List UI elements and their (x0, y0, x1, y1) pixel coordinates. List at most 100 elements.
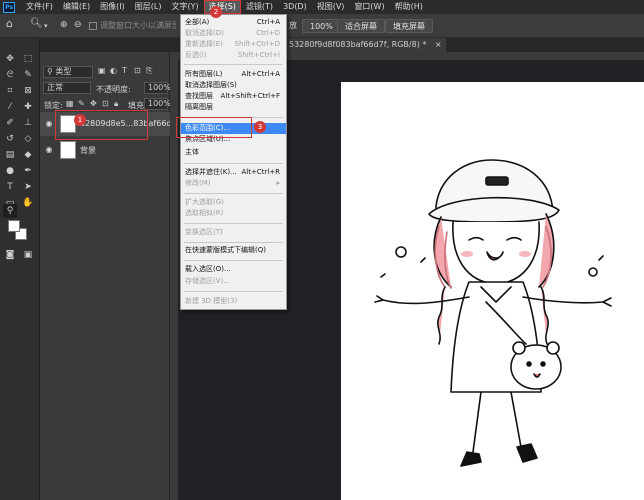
home-icon[interactable]: ⌂ (6, 17, 13, 31)
gradient-icon[interactable]: ▤ (3, 148, 17, 162)
filter-shape-icon[interactable]: ⊡ (134, 66, 141, 75)
menu-view[interactable]: 视图(V) (312, 0, 350, 14)
lock-transparent-icon[interactable]: ▦ (66, 99, 74, 108)
layer-filter-label: 类型 (55, 67, 72, 76)
menu-window[interactable]: 窗口(W) (349, 0, 389, 14)
eraser-icon[interactable]: ◇ (21, 132, 35, 146)
filter-pixel-icon[interactable]: ▣ (98, 66, 106, 75)
menu-item-select-and-mask[interactable]: 选择并遮住(K)... Alt+Ctrl+R (181, 167, 286, 178)
menu-item-transform-selection[interactable]: 变换选区(T) (181, 227, 286, 238)
resize-window-checkbox[interactable] (89, 22, 97, 30)
zoom-out-icon[interactable]: ⊖ (74, 18, 82, 32)
lock-all-icon[interactable]: 🔒︎ (114, 99, 118, 109)
brush-icon[interactable]: ✐ (3, 116, 17, 130)
shortcut: Alt+Ctrl+A (241, 70, 280, 78)
foreground-color-swatch[interactable] (8, 220, 20, 232)
history-brush-icon[interactable]: ↺ (3, 132, 17, 146)
menu-item-find-layers[interactable]: 查找图层 Alt+Shift+Ctrl+F (181, 91, 286, 102)
menu-file[interactable]: 文件(F) (21, 0, 58, 14)
search-icon: ⚲ (47, 67, 53, 76)
zoom-in-icon[interactable]: ⊕ (60, 18, 68, 32)
menu-item-grow[interactable]: 扩大选取(G) (181, 197, 286, 208)
move-icon[interactable]: ✥ (3, 52, 17, 66)
menu-item-save-selection[interactable]: 存储选区(V)... (181, 276, 286, 287)
shortcut: Shift+Ctrl+D (234, 40, 281, 48)
stamp-icon[interactable]: ⊥ (21, 116, 35, 130)
document-canvas[interactable] (341, 82, 644, 500)
layer-row-background[interactable]: ◉ 背景 (40, 138, 170, 162)
filter-adjust-icon[interactable]: ◐ (110, 66, 117, 75)
zoom-tool-icon[interactable]: 🔍︎ (30, 17, 43, 31)
menu-item-all-layers[interactable]: 所有图层(L) Alt+Ctrl+A (181, 69, 286, 80)
menu-item-new-3d-model[interactable]: 新建 3D 模型(3) (181, 296, 286, 307)
zoom-value-button[interactable]: 100% (302, 19, 341, 33)
path-select-icon[interactable]: ➤ (21, 180, 35, 194)
menu-item-isolate-layers[interactable]: 隔离图层 (181, 102, 286, 113)
menu-item-select-all[interactable]: 全部(A) Ctrl+A (181, 17, 286, 28)
menu-item-reselect[interactable]: 重新选择(E) Shift+Ctrl+D (181, 39, 286, 50)
fill-input[interactable]: 100% (144, 98, 171, 110)
fit-screen-button[interactable]: 适合屏幕 (337, 19, 385, 33)
pen-icon[interactable]: ✒ (21, 164, 35, 178)
filter-smart-icon[interactable]: ⎘ (146, 66, 152, 76)
select-menu-dropdown: 全部(A) Ctrl+A 取消选择(D) Ctrl+D 重新选择(E) Shift+C… (180, 14, 287, 310)
menu-item-label: 选取相似(R) (185, 209, 224, 217)
quick-mask-icon[interactable]: ◙ (3, 248, 17, 262)
crop-icon[interactable]: ⌗ (3, 84, 17, 98)
screen-mode-icon[interactable]: ▣ (21, 248, 35, 262)
lasso-icon[interactable]: ᘓ (3, 68, 17, 82)
tool-preset-chevron-icon[interactable]: ▾ (44, 19, 48, 33)
menu-3d[interactable]: 3D(D) (278, 0, 312, 14)
zoom-icon[interactable]: ⚲ (3, 204, 17, 218)
layer-thumbnail (60, 141, 76, 159)
menu-item-label: 取消选择图层(S) (185, 81, 237, 89)
eyedropper-icon[interactable]: ⁄ (3, 100, 17, 114)
chevron-right-icon: ▸ (276, 179, 280, 187)
shortcut: Alt+Ctrl+R (241, 168, 280, 176)
resize-window-label: 调整窗口大小以满屏显示 (100, 21, 176, 30)
eye-icon[interactable]: ◉ (44, 119, 54, 129)
annotation-badge-2: 2 (210, 6, 222, 18)
options-fragment: 放 (289, 21, 297, 30)
lock-position-icon[interactable]: ✥ (90, 99, 97, 108)
shortcut: Alt+Shift+Ctrl+F (220, 92, 280, 100)
menu-filter[interactable]: 滤镜(T) (241, 0, 278, 14)
layer-filter-select[interactable]: ⚲ 类型 (43, 66, 93, 78)
dodge-icon[interactable]: ● (3, 164, 17, 178)
frame-icon[interactable]: ⊠ (21, 84, 35, 98)
blend-mode-select[interactable]: 正常 (43, 82, 91, 94)
fill-screen-button[interactable]: 填充屏幕 (385, 19, 433, 33)
menu-help[interactable]: 帮助(H) (390, 0, 428, 14)
menu-item-modify[interactable]: 修改(M) ▸ (181, 178, 286, 189)
quick-select-icon[interactable]: ✎ (21, 68, 35, 82)
lock-artboard-icon[interactable]: ⊡ (102, 99, 109, 108)
menu-item-load-selection[interactable]: 载入选区(O)... (181, 264, 286, 275)
menu-image[interactable]: 图像(I) (95, 0, 130, 14)
menu-item-deselect-layers[interactable]: 取消选择图层(S) (181, 80, 286, 91)
filter-type-icon[interactable]: T (122, 66, 127, 75)
menu-item-label: 反选(I) (185, 51, 207, 59)
shortcut: Shift+Ctrl+I (237, 51, 280, 59)
menu-item-inverse[interactable]: 反选(I) Shift+Ctrl+I (181, 50, 286, 61)
hand-icon[interactable]: ✋ (21, 196, 35, 210)
marquee-icon[interactable]: ⬚ (21, 52, 35, 66)
blur-icon[interactable]: ◆ (21, 148, 35, 162)
menu-item-quick-mask[interactable]: 在快速蒙版模式下编辑(Q) (181, 245, 286, 256)
menu-type[interactable]: 文字(Y) (166, 0, 203, 14)
lock-pixels-icon[interactable]: ✎ (78, 99, 85, 108)
menu-item-label: 取消选择(D) (185, 29, 224, 37)
menu-separator (184, 242, 283, 243)
menu-edit[interactable]: 编辑(E) (58, 0, 95, 14)
menu-item-label: 修改(M) (185, 179, 211, 187)
type-icon[interactable]: T (3, 180, 17, 194)
document-tab[interactable]: 53280f9d8f083baf66d7f, RGB/8) * × (285, 38, 446, 52)
opacity-input[interactable]: 100% (144, 82, 171, 94)
menu-item-label: 扩大选取(G) (185, 198, 224, 206)
menu-item-subject[interactable]: 主体 (181, 147, 286, 158)
close-icon[interactable]: × (435, 40, 442, 49)
menu-item-deselect[interactable]: 取消选择(D) Ctrl+D (181, 28, 286, 39)
menu-layer[interactable]: 图层(L) (130, 0, 167, 14)
healing-icon[interactable]: ✚ (21, 100, 35, 114)
eye-icon[interactable]: ◉ (44, 145, 54, 155)
menu-item-similar[interactable]: 选取相似(R) (181, 208, 286, 219)
